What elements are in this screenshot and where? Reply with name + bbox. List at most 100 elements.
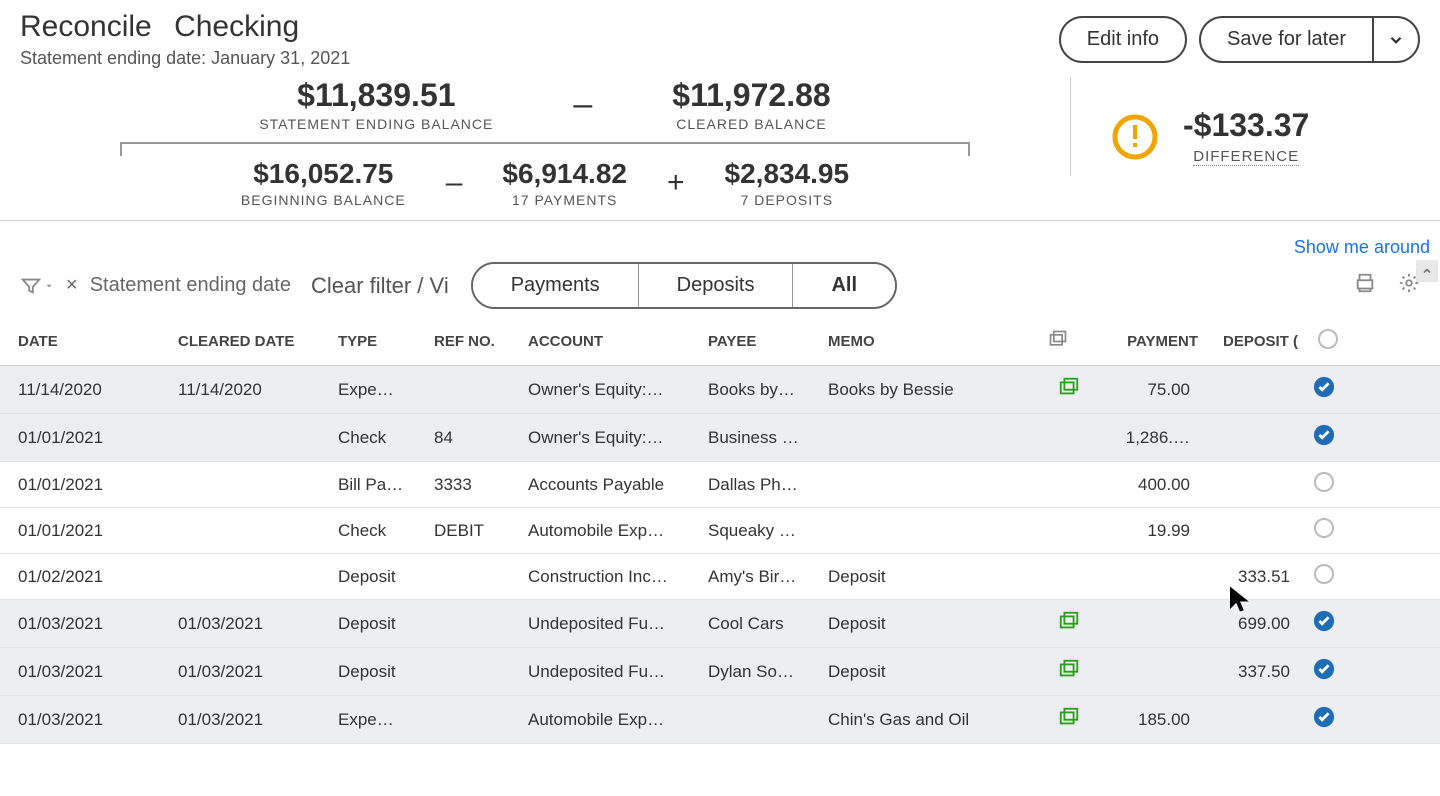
- cell-memo: Deposit: [828, 662, 1048, 682]
- cell-cleared-toggle[interactable]: [1298, 706, 1358, 733]
- statement-ending-value: $11,839.51: [259, 77, 493, 114]
- select-all-circle[interactable]: [1318, 329, 1338, 349]
- empty-circle-icon: [1314, 564, 1334, 584]
- cell-date: 11/14/2020: [18, 380, 178, 400]
- clear-filter-link[interactable]: Clear filter / Vi: [311, 273, 449, 299]
- beginning-value: $16,052.75: [241, 158, 406, 190]
- cell-match: [1048, 658, 1098, 685]
- difference-label: DIFFERENCE: [1193, 148, 1299, 166]
- cleared-label: CLEARED BALANCE: [672, 116, 830, 132]
- print-button[interactable]: [1354, 272, 1376, 299]
- minus-sign: –: [446, 166, 463, 200]
- cell-date: 01/03/2021: [18, 662, 178, 682]
- cell-payee: Business …: [708, 428, 828, 448]
- cell-cleared-toggle[interactable]: [1298, 610, 1358, 637]
- col-account[interactable]: ACCOUNT: [528, 333, 708, 350]
- cell-type: Expe…: [338, 710, 434, 730]
- table-row[interactable]: 01/02/2021DepositConstruction Inc…Amy's …: [0, 554, 1440, 600]
- match-icon: [1058, 376, 1080, 398]
- col-checkbox[interactable]: [1298, 329, 1358, 353]
- difference-value: -$133.37: [1183, 107, 1309, 144]
- cell-payee: Dylan So…: [708, 662, 828, 682]
- cell-type: Deposit: [338, 614, 434, 634]
- cell-payment: 185.00: [1098, 710, 1198, 730]
- table-row[interactable]: 01/01/2021CheckDEBITAutomobile Exp…Squea…: [0, 508, 1440, 554]
- col-match[interactable]: [1048, 329, 1098, 353]
- deposits-value: $2,834.95: [725, 158, 850, 190]
- filter-button[interactable]: [20, 275, 54, 297]
- cell-match: [1048, 706, 1098, 733]
- cell-account: Undeposited Fu…: [528, 614, 708, 634]
- col-memo[interactable]: MEMO: [828, 333, 1048, 350]
- cell-ref: 84: [434, 428, 528, 448]
- scroll-up-button[interactable]: [1416, 260, 1438, 282]
- cell-cleared-toggle[interactable]: [1298, 472, 1358, 497]
- col-ref[interactable]: REF NO.: [434, 333, 528, 350]
- payments-label: 17 PAYMENTS: [502, 192, 627, 208]
- col-cleared-date[interactable]: CLEARED DATE: [178, 333, 338, 350]
- cell-memo: Books by Bessie: [828, 380, 1048, 400]
- col-deposit[interactable]: DEPOSIT (: [1198, 333, 1298, 350]
- beginning-label: BEGINNING BALANCE: [241, 192, 406, 208]
- col-payment[interactable]: PAYMENT: [1098, 333, 1198, 350]
- cell-date: 01/01/2021: [18, 521, 178, 541]
- col-payee[interactable]: PAYEE: [708, 333, 828, 350]
- difference-block[interactable]: -$133.37 DIFFERENCE: [1183, 107, 1309, 166]
- save-dropdown-button[interactable]: [1372, 16, 1420, 63]
- cell-type: Check: [338, 521, 434, 541]
- cell-account: Owner's Equity:…: [528, 380, 708, 400]
- cell-cleared-toggle[interactable]: [1298, 376, 1358, 403]
- save-for-later-button[interactable]: Save for later: [1199, 16, 1372, 63]
- cell-match: [1048, 610, 1098, 637]
- table-header: DATE CLEARED DATE TYPE REF NO. ACCOUNT P…: [0, 317, 1440, 366]
- cell-account: Construction Inc…: [528, 567, 708, 587]
- cell-type: Bill Pa…: [338, 475, 434, 495]
- clear-filter-x[interactable]: ×: [66, 274, 78, 297]
- payments-total: $6,914.82 17 PAYMENTS: [502, 158, 627, 208]
- cell-memo: Chin's Gas and Oil: [828, 710, 1048, 730]
- tab-all[interactable]: All: [793, 264, 895, 307]
- table-row[interactable]: 01/01/2021Check84Owner's Equity:…Busines…: [0, 414, 1440, 462]
- cell-date: 01/01/2021: [18, 475, 178, 495]
- caret-down-icon: [44, 281, 54, 291]
- col-type[interactable]: TYPE: [338, 333, 434, 350]
- tab-payments[interactable]: Payments: [473, 264, 639, 307]
- match-icon: [1058, 706, 1080, 728]
- cell-payment: 19.99: [1098, 521, 1198, 541]
- cell-type: Check: [338, 428, 434, 448]
- batch-icon: [1048, 329, 1068, 349]
- table-row[interactable]: 01/03/202101/03/2021DepositUndeposited F…: [0, 600, 1440, 648]
- table-row[interactable]: 11/14/202011/14/2020Expe…Owner's Equity:…: [0, 366, 1440, 414]
- edit-info-button[interactable]: Edit info: [1059, 16, 1187, 63]
- cell-date: 01/03/2021: [18, 710, 178, 730]
- chevron-down-icon: [1387, 31, 1405, 49]
- show-me-around-link[interactable]: Show me around: [0, 221, 1440, 258]
- warning-icon: [1111, 113, 1159, 161]
- match-icon: [1058, 610, 1080, 632]
- cell-cleared-toggle[interactable]: [1298, 564, 1358, 589]
- cell-payment: 400.00: [1098, 475, 1198, 495]
- cleared-value: $11,972.88: [672, 77, 830, 114]
- table-row[interactable]: 01/03/202101/03/2021Expe…Automobile Exp……: [0, 696, 1440, 744]
- cell-deposit: 337.50: [1198, 662, 1298, 682]
- table-row[interactable]: 01/01/2021Bill Pa…3333Accounts PayableDa…: [0, 462, 1440, 508]
- table-row[interactable]: 01/03/202101/03/2021DepositUndeposited F…: [0, 648, 1440, 696]
- check-circle-icon: [1313, 376, 1335, 398]
- cell-type: Deposit: [338, 662, 434, 682]
- cell-payee: Dallas Ph…: [708, 475, 828, 495]
- active-filter-label: Statement ending date: [90, 274, 291, 297]
- check-circle-icon: [1313, 610, 1335, 632]
- cell-account: Automobile Exp…: [528, 710, 708, 730]
- cell-cleared-toggle[interactable]: [1298, 518, 1358, 543]
- cell-date: 01/01/2021: [18, 428, 178, 448]
- payments-value: $6,914.82: [502, 158, 627, 190]
- funnel-icon: [20, 275, 42, 297]
- cell-cleared-toggle[interactable]: [1298, 424, 1358, 451]
- cell-memo: Deposit: [828, 614, 1048, 634]
- tab-deposits[interactable]: Deposits: [639, 264, 794, 307]
- col-date[interactable]: DATE: [18, 333, 178, 350]
- check-circle-icon: [1313, 424, 1335, 446]
- cell-cleared-toggle[interactable]: [1298, 658, 1358, 685]
- cell-cleared: 01/03/2021: [178, 662, 338, 682]
- printer-icon: [1354, 272, 1376, 294]
